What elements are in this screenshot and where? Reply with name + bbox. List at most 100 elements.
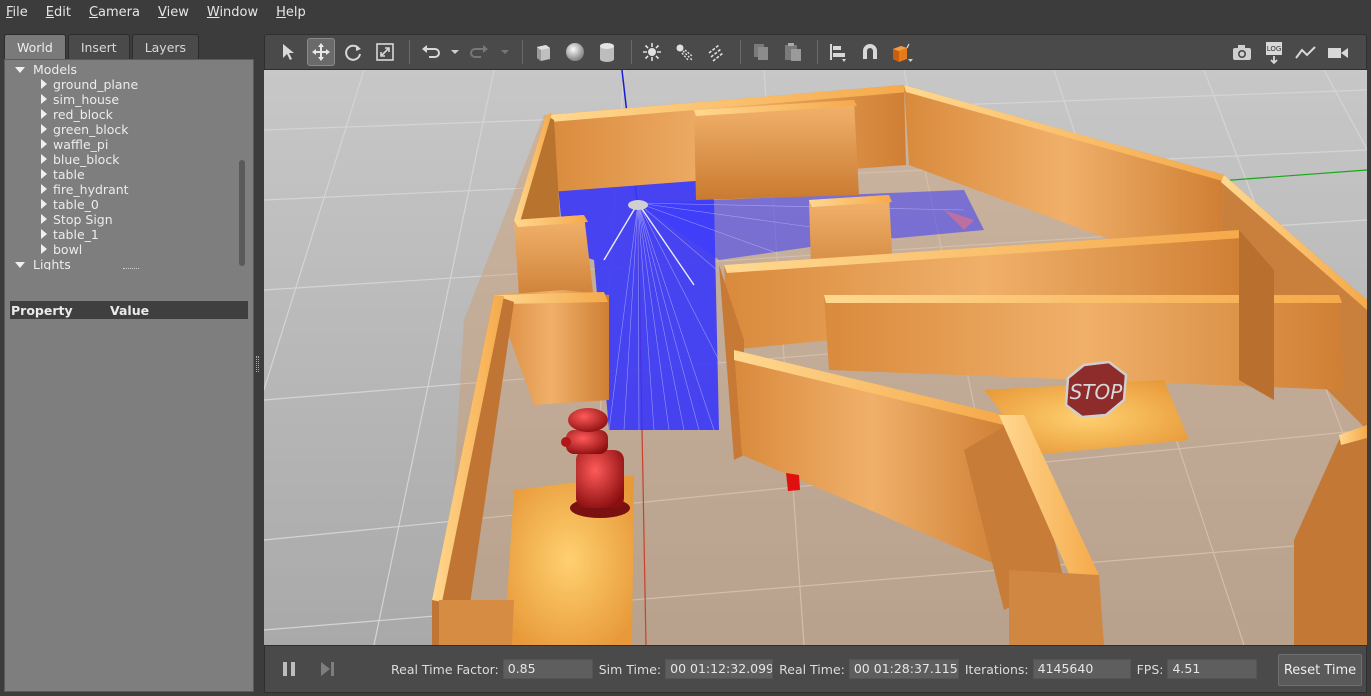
undo-dropdown-icon[interactable]	[448, 38, 462, 66]
directional-light-icon[interactable]	[702, 38, 730, 66]
model-list: ground_plane sim_house red_block green_bloc…	[5, 77, 241, 257]
reset-time-button[interactable]: Reset Time	[1278, 654, 1362, 686]
point-light-icon[interactable]	[638, 38, 666, 66]
tree-item-model[interactable]: table_1	[5, 227, 241, 242]
stop-sign-text: STOP	[1070, 380, 1124, 404]
property-table-header: Property Value	[10, 301, 248, 319]
tree-item-model[interactable]: fire_hydrant	[5, 182, 241, 197]
toolbar-separator	[740, 40, 741, 64]
tree-item-model[interactable]: waffle_pi	[5, 137, 241, 152]
sim-time-field: 00 01:12:32.099	[665, 659, 774, 679]
log-icon[interactable]: LOG	[1260, 39, 1288, 67]
expand-arrow-icon[interactable]	[41, 229, 47, 239]
left-panel: World Insert Layers Models ground_plane s…	[4, 34, 254, 692]
sphere-shape-icon[interactable]	[561, 38, 589, 66]
expand-arrow-icon[interactable]	[41, 169, 47, 179]
menu-view[interactable]: View	[158, 5, 199, 20]
select-arrow-icon[interactable]	[275, 38, 303, 66]
expand-arrow-icon[interactable]	[41, 244, 47, 254]
tree-item-label: ground_plane	[53, 77, 139, 92]
tab-insert[interactable]: Insert	[67, 34, 130, 60]
plot-icon[interactable]	[1292, 39, 1320, 67]
expand-arrow-icon[interactable]	[41, 94, 47, 104]
record-video-icon[interactable]	[1324, 39, 1352, 67]
tab-layers[interactable]: Layers	[131, 34, 200, 60]
expand-arrow-icon[interactable]	[41, 154, 47, 164]
value-column-header: Value	[110, 302, 150, 318]
step-icon	[321, 662, 334, 676]
redo-dropdown-icon[interactable]	[498, 38, 512, 66]
tree-group-label: Models	[33, 62, 78, 77]
scale-icon[interactable]	[371, 38, 399, 66]
expand-arrow-icon[interactable]	[41, 184, 47, 194]
view-angle-icon[interactable]	[888, 38, 916, 66]
world-tree: Models ground_plane sim_house red_block gre…	[5, 60, 241, 270]
cylinder-shape-icon[interactable]	[593, 38, 621, 66]
screenshot-icon[interactable]	[1228, 39, 1256, 67]
tree-item-model[interactable]: bowl	[5, 242, 241, 257]
real-time-factor-label: Real Time Factor:	[391, 661, 499, 677]
world-tree-pane: Models ground_plane sim_house red_block gre…	[4, 59, 254, 692]
status-bar: Real Time Factor: 0.85 Sim Time: 00 01:1…	[264, 645, 1367, 693]
scene-render[interactable]: STOP	[264, 70, 1367, 645]
rotate-icon[interactable]	[339, 38, 367, 66]
tree-group-models[interactable]: Models	[5, 62, 241, 77]
box-shape-icon[interactable]	[529, 38, 557, 66]
expand-arrow-icon[interactable]	[41, 214, 47, 224]
iterations-field: 4145640	[1032, 659, 1131, 679]
toolbar-separator	[409, 40, 410, 64]
menu-help[interactable]: Help	[276, 5, 316, 20]
tree-item-model[interactable]: ground_plane	[5, 77, 241, 92]
main-toolbar: LOG	[264, 34, 1367, 70]
menu-window[interactable]: Window	[207, 5, 268, 20]
fps-label: FPS:	[1136, 661, 1164, 677]
real-time-factor-field: 0.85	[502, 659, 593, 679]
expand-arrow-icon[interactable]	[15, 262, 25, 268]
redo-icon[interactable]	[466, 38, 494, 66]
tree-item-model[interactable]: table	[5, 167, 241, 182]
copy-icon[interactable]	[747, 38, 775, 66]
expand-arrow-icon[interactable]	[41, 139, 47, 149]
snap-magnet-icon[interactable]	[856, 38, 884, 66]
menu-file[interactable]: File	[6, 5, 38, 20]
align-icon[interactable]	[824, 38, 852, 66]
tree-item-label: green_block	[53, 122, 129, 137]
expand-arrow-icon[interactable]	[41, 79, 47, 89]
translate-icon[interactable]	[307, 38, 335, 66]
tab-world[interactable]: World	[4, 34, 66, 60]
tree-group-label: Lights	[33, 257, 71, 270]
tree-item-label: red_block	[53, 107, 113, 122]
toolbar-right-group: LOG	[1228, 39, 1356, 67]
tree-item-model[interactable]: blue_block	[5, 152, 241, 167]
expand-arrow-icon[interactable]	[41, 124, 47, 134]
menu-camera[interactable]: Camera	[89, 5, 150, 20]
tree-item-model[interactable]: sim_house	[5, 92, 241, 107]
menu-edit[interactable]: Edit	[46, 5, 81, 20]
tree-item-model[interactable]: table_0	[5, 197, 241, 212]
tree-item-model[interactable]: red_block	[5, 107, 241, 122]
tree-item-label: bowl	[53, 242, 83, 257]
step-button[interactable]	[313, 645, 341, 693]
tree-item-model[interactable]: green_block	[5, 122, 241, 137]
log-icon-text: LOG	[1267, 45, 1282, 53]
real-time-label: Real Time:	[779, 661, 845, 677]
pause-icon	[283, 662, 295, 676]
pause-button[interactable]	[265, 645, 313, 693]
tree-splitter-handle[interactable]	[123, 268, 139, 271]
spot-light-icon[interactable]	[670, 38, 698, 66]
tree-scrollbar[interactable]	[239, 160, 245, 266]
3d-viewport[interactable]: STOP	[264, 70, 1367, 645]
tree-item-label: table_1	[53, 227, 99, 242]
tree-item-label: table_0	[53, 197, 99, 212]
red-block-model	[786, 473, 800, 491]
fps-field: 4.51	[1167, 659, 1258, 679]
undo-icon[interactable]	[416, 38, 444, 66]
expand-arrow-icon[interactable]	[41, 199, 47, 209]
panel-splitter-handle[interactable]	[256, 356, 259, 372]
tree-item-model[interactable]: Stop Sign	[5, 212, 241, 227]
expand-arrow-icon[interactable]	[15, 67, 25, 73]
paste-icon[interactable]	[779, 38, 807, 66]
tree-item-label: sim_house	[53, 92, 120, 107]
tree-item-label: blue_block	[53, 152, 120, 167]
expand-arrow-icon[interactable]	[41, 109, 47, 119]
